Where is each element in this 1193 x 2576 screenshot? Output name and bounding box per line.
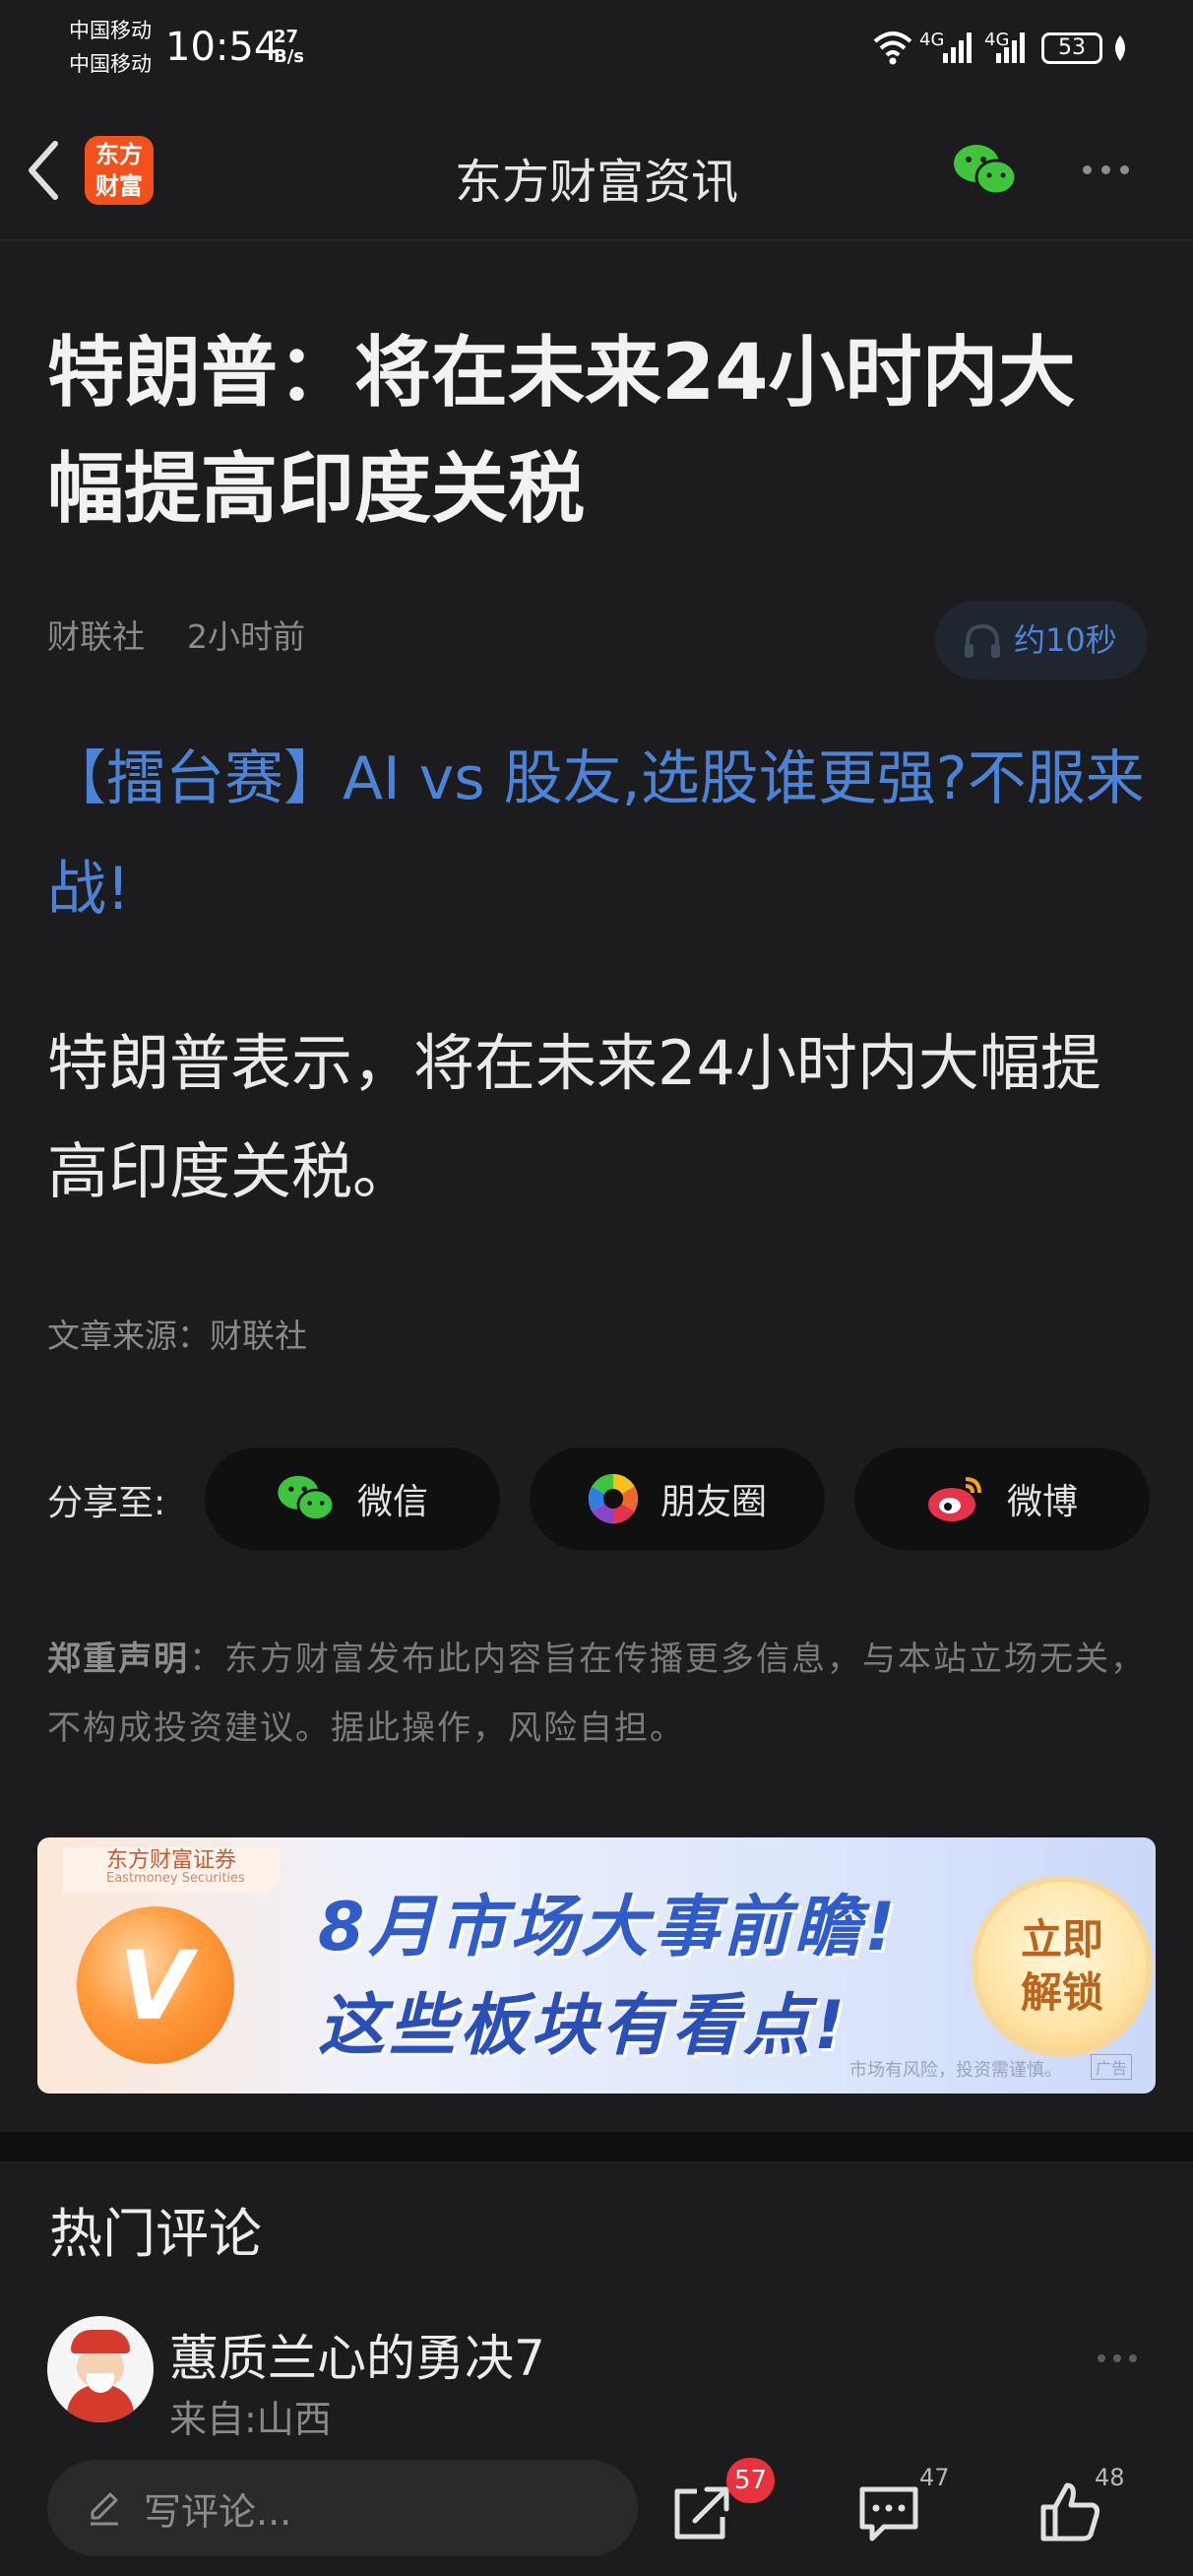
banner-brand: 东方财富证券 Eastmoney Securities xyxy=(63,1847,280,1893)
article-time: 2小时前 xyxy=(187,617,305,656)
comment-icon[interactable] xyxy=(854,2478,923,2546)
leaf-icon xyxy=(1115,35,1125,61)
listen-duration: 约10秒 xyxy=(1014,621,1117,659)
promo-link[interactable]: 【擂台赛】AI vs 股友,选股谁更强?不服来战! xyxy=(47,724,1160,944)
article-source-line: 文章来源：财联社 xyxy=(47,1317,307,1355)
share-wechat-button[interactable]: 微信 xyxy=(205,1448,500,1550)
coin-letter: V xyxy=(118,1931,193,2041)
coin-icon: V xyxy=(77,1906,234,2064)
weibo-icon xyxy=(927,1477,981,1521)
nav-bar: 东方 财富 东方财富资讯 xyxy=(0,98,1193,241)
comment-count: 47 xyxy=(919,2464,950,2491)
comment-input[interactable]: 写评论... xyxy=(47,2460,638,2556)
signal-bars-icon xyxy=(996,32,1025,63)
banner-risk-note: 市场有风险，投资需谨慎。 xyxy=(849,2060,1062,2081)
disclaimer-text: ：东方财富发布此内容旨在传播更多信息，与本站立场无关，不构成投资建议。据此操作，… xyxy=(47,1640,1146,1748)
net-speed: 27 B/s xyxy=(274,28,304,67)
hot-comments-title: 热门评论 xyxy=(49,2203,262,2265)
like-count: 48 xyxy=(1095,2464,1125,2491)
banner-headline-2: 这些板块有看点! xyxy=(318,1987,849,2065)
share-count-badge: 57 xyxy=(726,2458,776,2503)
banner-unlock-button[interactable]: 立即 解锁 xyxy=(977,1882,1147,2051)
article-source: 财联社 xyxy=(47,617,145,656)
clock: 10:54 xyxy=(165,25,280,70)
wechat-icon xyxy=(278,1475,336,1521)
section-divider xyxy=(0,2132,1193,2161)
share-moments-label: 朋友圈 xyxy=(659,1482,767,1522)
bottom-bar: 写评论... 57 47 48 xyxy=(0,2442,1193,2576)
banner-brand-name: 东方财富证券 xyxy=(106,1848,237,1873)
signal-bars-icon xyxy=(943,32,972,63)
disclaimer: 郑重声明：东方财富发布此内容旨在传播更多信息，与本站立场无关，不构成投资建议。据… xyxy=(47,1625,1150,1763)
net-speed-unit: B/s xyxy=(274,46,305,67)
share-weibo-label: 微博 xyxy=(1006,1482,1078,1522)
banner-brand-en: Eastmoney Securities xyxy=(106,1871,245,1886)
signal-label-1: 4G xyxy=(919,30,945,50)
disclaimer-title: 郑重声明 xyxy=(47,1640,189,1679)
share-moments-button[interactable]: 朋友圈 xyxy=(530,1448,825,1550)
avatar[interactable] xyxy=(47,2316,154,2422)
wifi-icon xyxy=(873,32,912,65)
ad-banner[interactable]: 东方财富证券 Eastmoney Securities V 8月市场大事前瞻! … xyxy=(37,1837,1156,2093)
more-dots-icon[interactable] xyxy=(1083,160,1139,178)
carrier-1: 中国移动 xyxy=(69,19,152,42)
headphone-icon xyxy=(965,623,1000,658)
carrier-2: 中国移动 xyxy=(69,52,152,76)
article-headline: 特朗普：将在未来24小时内大幅提高印度关税 xyxy=(47,329,1076,534)
comment-placeholder: 写评论... xyxy=(144,2489,292,2534)
status-bar: 中国移动 中国移动 10:54 27 B/s 4G 4G 53 xyxy=(0,0,1193,98)
banner-cta-line-2: 解锁 xyxy=(1020,1968,1103,2017)
commenter-location: 来自:山西 xyxy=(169,2398,332,2441)
article-body: 特朗普表示，将在未来24小时内大幅提高印度关税。 xyxy=(47,1027,1101,1207)
listen-button[interactable]: 约10秒 xyxy=(935,601,1148,679)
banner-cta-line-1: 立即 xyxy=(1020,1915,1103,1964)
banner-headline-1: 8月市场大事前瞻! xyxy=(318,1889,900,1966)
net-speed-value: 27 xyxy=(274,27,299,47)
share-weibo-button[interactable]: 微博 xyxy=(854,1448,1150,1550)
battery-indicator: 53 xyxy=(1041,32,1102,64)
commenter-name[interactable]: 蕙质兰心的勇决7 xyxy=(169,2319,545,2390)
comment-more-icon[interactable] xyxy=(1098,2348,1145,2366)
pencil-icon xyxy=(91,2492,118,2526)
share-wechat-label: 微信 xyxy=(356,1482,428,1522)
ad-tag: 广告 xyxy=(1091,2054,1133,2080)
share-label: 分享至: xyxy=(47,1483,166,1523)
wechat-icon[interactable] xyxy=(953,142,1018,199)
moments-icon xyxy=(588,1474,638,1523)
share-out-icon[interactable] xyxy=(667,2478,736,2546)
